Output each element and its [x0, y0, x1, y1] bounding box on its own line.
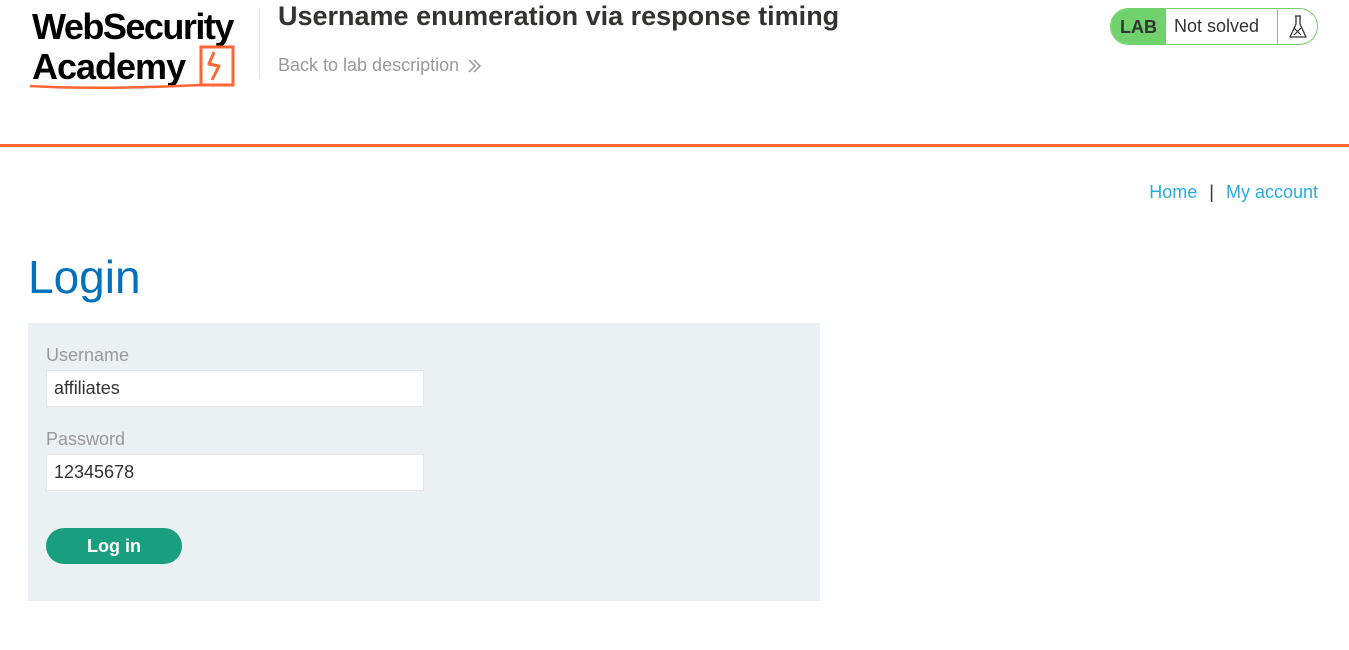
svg-text:Academy: Academy: [32, 46, 186, 87]
nav-separator: |: [1209, 182, 1214, 202]
my-account-link[interactable]: My account: [1226, 182, 1318, 203]
password-label: Password: [46, 429, 126, 449]
lab-title: Username enumeration via response timing: [278, 1, 840, 31]
web-security-academy-logo[interactable]: WebSecurity Academy: [28, 6, 260, 90]
username-input[interactable]: [46, 370, 424, 407]
lab-status-widget: LAB Not solved: [1110, 8, 1318, 45]
username-label: Username: [46, 345, 130, 365]
back-link-label: Back to lab description: [278, 55, 460, 75]
double-chevron-right-icon: [468, 58, 482, 73]
password-input[interactable]: [46, 454, 424, 491]
flask-icon: [1277, 9, 1317, 44]
header-divider: [259, 8, 260, 79]
svg-text:WebSecurity: WebSecurity: [32, 6, 234, 47]
top-navigation: Home | My account: [1149, 182, 1318, 203]
lab-badge: LAB: [1111, 9, 1166, 44]
back-to-lab-description-link[interactable]: Back to lab description: [278, 55, 482, 76]
lab-header: WebSecurity Academy Username enumeration…: [0, 0, 1349, 147]
lab-status-text: Not solved: [1174, 16, 1260, 36]
login-button[interactable]: Log in: [46, 528, 182, 564]
login-form: Username Password Log in: [28, 323, 820, 601]
page-title: Login: [28, 251, 141, 303]
home-link[interactable]: Home: [1149, 182, 1197, 203]
